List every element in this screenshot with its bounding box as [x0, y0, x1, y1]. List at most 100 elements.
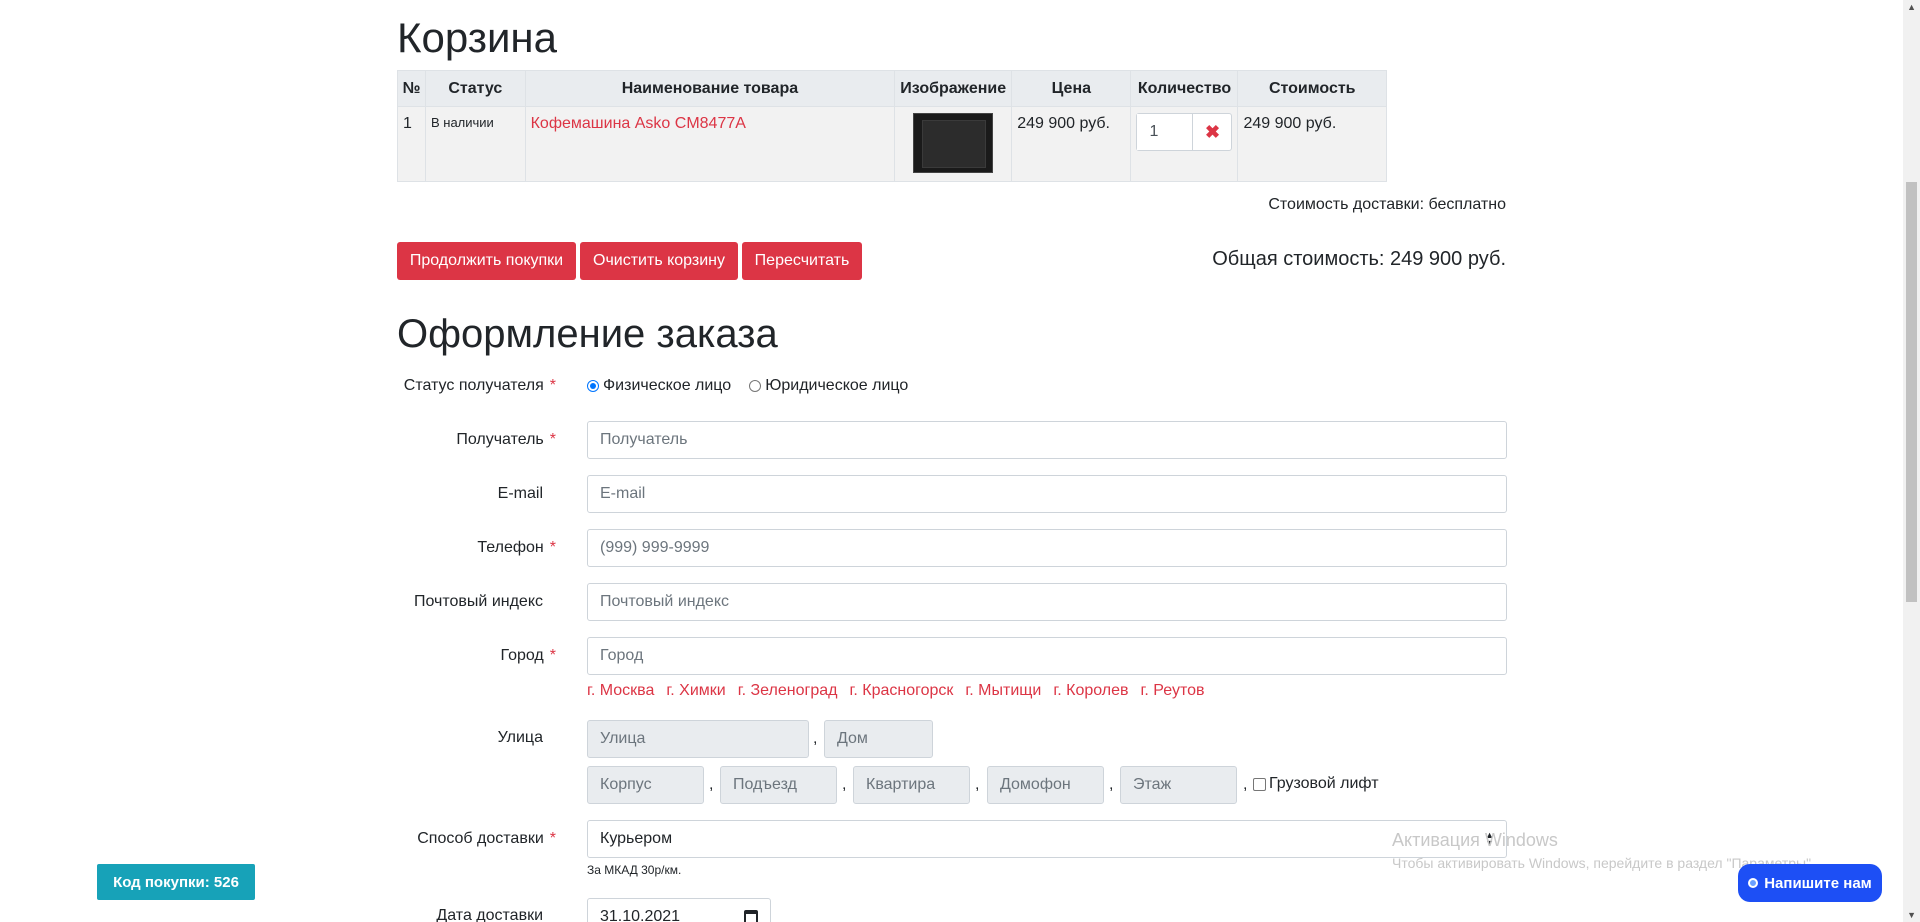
phone-input[interactable]	[587, 529, 1507, 567]
product-image[interactable]	[913, 113, 994, 173]
phone-label-text: Телефон	[477, 539, 544, 556]
comma-separator: ,	[842, 776, 847, 793]
quantity-input[interactable]	[1137, 114, 1194, 150]
chat-label: Напишите нам	[1764, 874, 1872, 892]
delivery-hint: За МКАД 30р/км.	[587, 863, 682, 877]
col-header-cost: Стоимость	[1237, 70, 1387, 107]
street-input[interactable]	[587, 720, 809, 758]
zip-label: Почтовый индекс	[414, 593, 543, 610]
scrollbar-thumb[interactable]	[1906, 182, 1917, 602]
radio-unchecked-icon[interactable]	[749, 380, 762, 392]
quantity-group: ✖	[1136, 113, 1233, 151]
city-link-moscow[interactable]: г. Москва	[587, 682, 654, 700]
cart-table: № Статус Наименование товара Изображение…	[397, 70, 1387, 182]
zip-input[interactable]	[587, 583, 1507, 621]
delivery-label-text: Способ доставки	[417, 830, 544, 847]
scrollbar[interactable]: ▲ ▼	[1903, 0, 1920, 922]
col-header-num: №	[397, 70, 426, 107]
col-header-image: Изображение	[894, 70, 1013, 107]
required-mark: *	[549, 431, 556, 448]
email-label: E-mail	[497, 485, 543, 502]
row-qty-cell: ✖	[1130, 106, 1239, 182]
city-link-khimki[interactable]: г. Химки	[666, 682, 725, 700]
order-title: Оформление заказа	[397, 312, 778, 356]
city-quick-links: г. Москва г. Химки г. Зеленоград г. Крас…	[587, 682, 1205, 700]
freight-lift-label: Грузовой лифт	[1269, 775, 1379, 792]
date-label: Дата доставки	[436, 907, 543, 922]
chat-icon	[1748, 878, 1759, 888]
activation-title: Активация Windows	[1392, 830, 1558, 850]
status-label: Статус получателя *	[391, 377, 556, 395]
col-header-status: Статус	[424, 70, 526, 107]
phone-label: Телефон *	[391, 539, 556, 557]
cart-title: Корзина	[397, 14, 557, 61]
radio-legal[interactable]: Юридическое лицо	[749, 377, 908, 395]
required-mark: *	[549, 647, 556, 664]
product-link[interactable]: Кофемашина Asko CM8477A	[531, 115, 746, 132]
recipient-label: Получатель *	[391, 431, 556, 449]
calendar-icon[interactable]	[744, 910, 758, 922]
delivery-date-value: 31.10.2021	[600, 908, 681, 922]
remove-item-icon[interactable]: ✖	[1193, 114, 1231, 150]
row-status: В наличии	[424, 106, 526, 182]
city-link-mytishchi[interactable]: г. Мытищи	[965, 682, 1041, 700]
city-link-korolev[interactable]: г. Королев	[1053, 682, 1128, 700]
comma-separator: ,	[709, 776, 714, 793]
delivery-label: Способ доставки *	[391, 830, 556, 848]
city-link-krasnogorsk[interactable]: г. Красногорск	[849, 682, 953, 700]
comma-separator: ,	[1243, 776, 1248, 793]
radio-individual-label: Физическое лицо	[603, 377, 732, 394]
delivery-cost: Стоимость доставки: бесплатно	[1268, 196, 1506, 213]
col-header-name: Наименование товара	[524, 70, 896, 107]
status-label-text: Статус получателя	[403, 377, 544, 394]
recipient-input[interactable]	[587, 421, 1507, 459]
entrance-input[interactable]	[720, 766, 837, 804]
chat-button[interactable]: Напишите нам	[1738, 864, 1882, 902]
floor-input[interactable]	[1120, 766, 1237, 804]
checkbox-icon[interactable]	[1253, 777, 1266, 791]
delivery-method-select[interactable]: Курьером ▲ ▼	[587, 820, 1507, 858]
comma-separator: ,	[813, 730, 818, 747]
city-label: Город *	[391, 647, 556, 665]
clear-cart-button[interactable]: Очистить корзину	[580, 242, 738, 280]
cart-header-row: № Статус Наименование товара Изображение…	[397, 70, 1387, 107]
radio-legal-label: Юридическое лицо	[765, 377, 909, 394]
table-row: 1 В наличии Кофемашина Asko CM8477A 249 …	[397, 106, 1387, 182]
scroll-up-icon[interactable]: ▲	[1907, 2, 1916, 12]
apartment-input[interactable]	[853, 766, 970, 804]
purchase-code-badge[interactable]: Код покупки: 526	[97, 864, 255, 900]
col-header-price: Цена	[1011, 70, 1132, 107]
city-link-reutov[interactable]: г. Реутов	[1141, 682, 1205, 700]
required-mark: *	[549, 377, 556, 394]
city-link-zelenograd[interactable]: г. Зеленоград	[738, 682, 838, 700]
total-cost: Общая стоимость: 249 900 руб.	[1212, 248, 1506, 270]
radio-individual[interactable]: Физическое лицо	[587, 377, 731, 395]
col-header-qty: Количество	[1130, 70, 1239, 107]
continue-shopping-button[interactable]: Продолжить покупки	[397, 242, 576, 280]
building-input[interactable]	[587, 766, 704, 804]
city-input[interactable]	[587, 637, 1507, 675]
row-num: 1	[397, 106, 426, 182]
page: Корзина № Статус Наименование товара Изо…	[0, 0, 1920, 922]
row-image-cell	[894, 106, 1013, 182]
row-price: 249 900 руб.	[1011, 106, 1132, 182]
scroll-down-icon[interactable]: ▼	[1907, 910, 1916, 920]
street-label: Улица	[497, 729, 543, 746]
recalculate-button[interactable]: Пересчитать	[742, 242, 862, 280]
row-cost: 249 900 руб.	[1237, 106, 1387, 182]
recipient-status-group: Физическое лицо Юридическое лицо	[587, 377, 908, 395]
comma-separator: ,	[975, 776, 980, 793]
recipient-label-text: Получатель	[456, 431, 544, 448]
house-input[interactable]	[824, 720, 933, 758]
delivery-date-input[interactable]: 31.10.2021	[587, 898, 771, 922]
city-label-text: Город	[500, 647, 544, 664]
email-input[interactable]	[587, 475, 1507, 513]
comma-separator: ,	[1109, 776, 1114, 793]
required-mark: *	[549, 830, 556, 847]
radio-checked-icon[interactable]	[587, 380, 599, 392]
intercom-input[interactable]	[987, 766, 1104, 804]
row-name-cell: Кофемашина Asko CM8477A	[524, 106, 896, 182]
required-mark: *	[549, 539, 556, 556]
freight-lift-checkbox[interactable]: Грузовой лифт	[1253, 775, 1379, 793]
delivery-method-value: Курьером	[600, 830, 673, 847]
